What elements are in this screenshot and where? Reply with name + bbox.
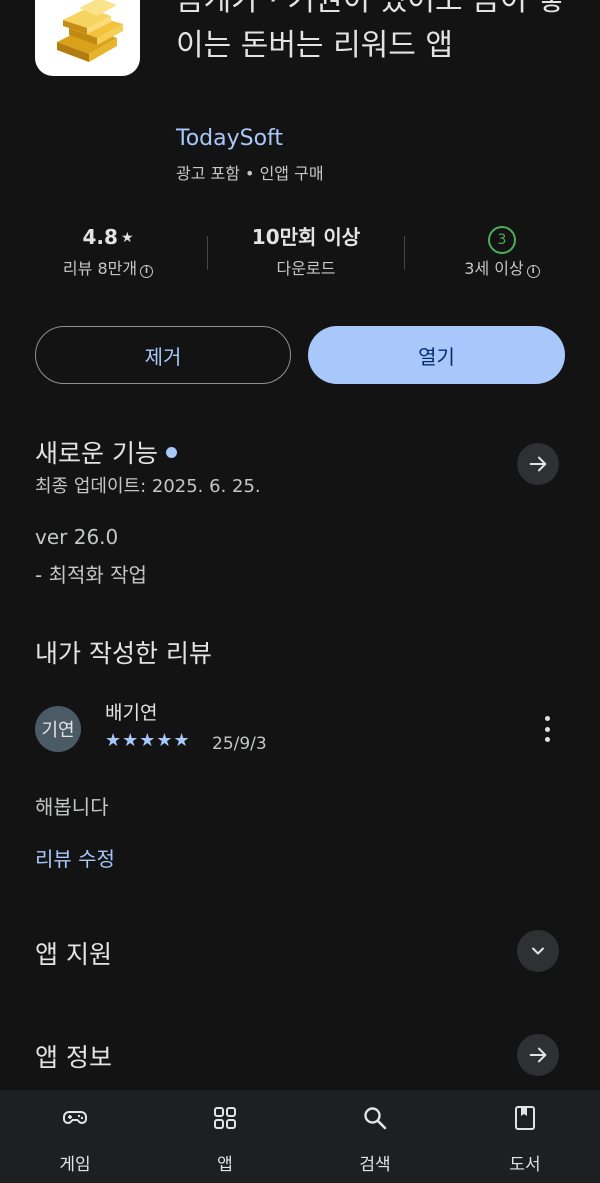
nav-apps[interactable]: 앱 xyxy=(150,1090,300,1183)
uninstall-button[interactable]: 제거 xyxy=(35,326,291,384)
app-tags: 광고 포함 • 인앱 구매 xyxy=(176,164,324,183)
bottom-navigation: 게임 앱 검색 도서 xyxy=(0,1090,600,1183)
arrow-right-icon xyxy=(529,456,547,472)
stats-divider xyxy=(404,236,405,270)
nav-books[interactable]: 도서 xyxy=(450,1090,600,1183)
chevron-down-icon xyxy=(532,947,544,955)
last-updated: 최종 업데이트: 2025. 6. 25. xyxy=(35,476,261,497)
release-version: ver 26.0 xyxy=(35,525,119,549)
stats-divider xyxy=(207,236,208,270)
developer-link[interactable]: TodaySoft xyxy=(176,126,283,151)
nav-label-search: 검색 xyxy=(359,1155,391,1175)
info-icon: i xyxy=(526,265,540,278)
more-options-icon[interactable] xyxy=(534,712,560,746)
whats-new-title: 새로운 기능 xyxy=(35,434,177,470)
app-support-title: 앱 지원 xyxy=(35,940,112,969)
age-rating-label: 3세 이상 xyxy=(464,259,524,278)
downloads-stat: 10만회 이상 다운로드 xyxy=(221,222,391,279)
gold-bars-icon xyxy=(57,0,123,62)
downloads-value: 10만회 이상 xyxy=(251,225,361,249)
age-rating-badge: 3 xyxy=(488,226,516,254)
app-info-arrow-button[interactable] xyxy=(517,1034,559,1076)
gamepad-icon xyxy=(63,1111,87,1124)
review-date: 25/9/3 xyxy=(212,734,267,754)
age-rating-stat[interactable]: 3 3세 이상 i xyxy=(417,222,587,279)
review-text: 해봅니다 xyxy=(35,795,109,819)
release-note: - 최적화 작업 xyxy=(35,563,147,587)
nav-label-books: 도서 xyxy=(509,1155,541,1175)
rating-stat[interactable]: 4.8 ★ 리뷰 8만개 i xyxy=(23,222,193,279)
nav-games[interactable]: 게임 xyxy=(0,1090,150,1183)
reviewer-name: 배기연 xyxy=(105,702,158,724)
nav-label-games: 게임 xyxy=(59,1155,91,1175)
review-count: 리뷰 8만개 xyxy=(62,259,138,278)
app-info-title: 앱 정보 xyxy=(35,1043,112,1072)
avatar: 기연 xyxy=(35,706,81,752)
star-icon: ★ xyxy=(120,230,134,246)
my-review-title: 내가 작성한 리뷰 xyxy=(35,639,212,668)
edit-review-link[interactable]: 리뷰 수정 xyxy=(35,843,115,872)
apps-grid-icon xyxy=(214,1107,236,1129)
nav-label-apps: 앱 xyxy=(217,1155,233,1175)
app-title: 금게가 · 기권이 있어도 금이 쌓이는 돈버는 리워드 앱 xyxy=(176,0,565,63)
book-icon xyxy=(515,1106,535,1130)
info-icon: i xyxy=(140,265,154,278)
search-icon xyxy=(364,1107,387,1130)
stats-row: 4.8 ★ 리뷰 8만개 i 10만회 이상 다운로드 3 3세 이상 i xyxy=(0,222,600,292)
rating-value: 4.8 xyxy=(82,225,118,249)
arrow-right-icon xyxy=(529,1047,547,1063)
whats-new-arrow-button[interactable] xyxy=(517,443,559,485)
new-indicator-dot xyxy=(165,447,177,458)
review-stars: ★★★★★ xyxy=(105,730,191,751)
app-icon xyxy=(35,0,140,76)
open-button[interactable]: 열기 xyxy=(308,326,565,384)
app-support-expand-button[interactable] xyxy=(517,930,559,972)
nav-search[interactable]: 검색 xyxy=(300,1090,450,1183)
downloads-label: 다운로드 xyxy=(276,259,336,278)
